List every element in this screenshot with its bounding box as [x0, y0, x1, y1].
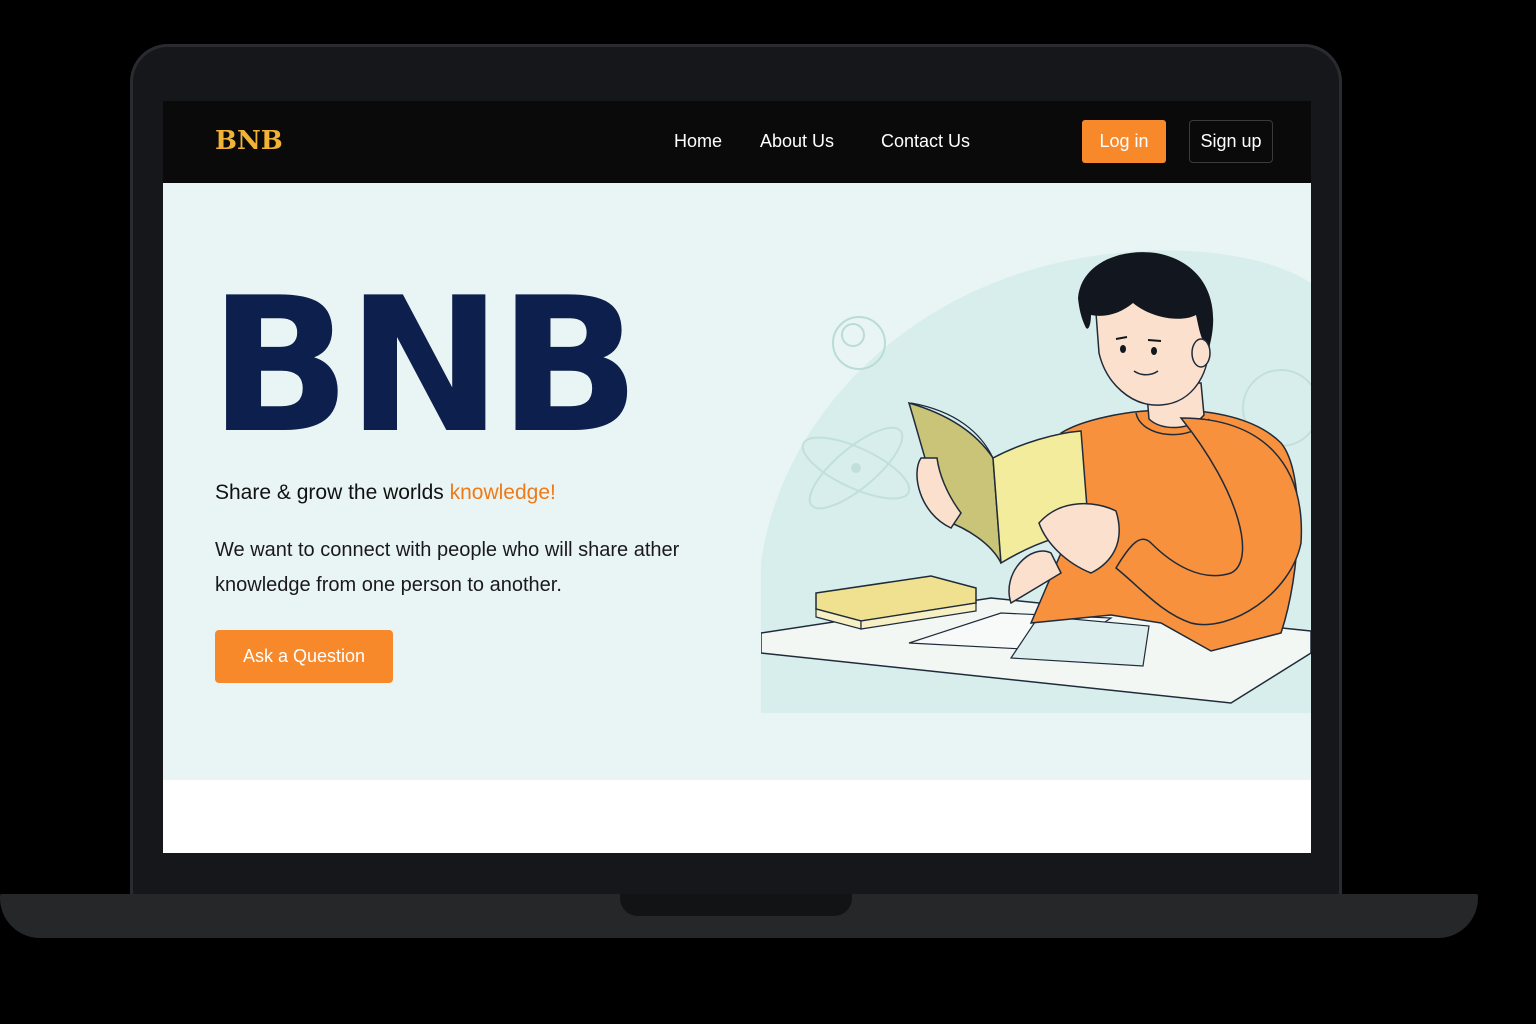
- hero-section: BNB Share & grow the worlds knowledge! W…: [163, 183, 1311, 780]
- nav-contact-link[interactable]: Contact Us: [881, 131, 970, 152]
- hero-tagline: Share & grow the worlds knowledge!: [215, 481, 556, 505]
- top-navbar: BNB Home About Us Contact Us Log in Sign…: [163, 101, 1311, 183]
- nav-home-link[interactable]: Home: [674, 131, 722, 152]
- hero-title: BNB: [209, 257, 640, 474]
- reading-person-illustration: [761, 250, 1311, 713]
- laptop-screen: BNB Home About Us Contact Us Log in Sign…: [163, 101, 1311, 853]
- ask-question-button[interactable]: Ask a Question: [215, 630, 393, 683]
- laptop-notch: [620, 894, 852, 916]
- tagline-accent: knowledge!: [449, 481, 556, 504]
- brand-logo[interactable]: BNB: [215, 126, 283, 156]
- nav-about-link[interactable]: About Us: [760, 131, 834, 152]
- hero-description: We want to connect with people who will …: [215, 539, 680, 596]
- tagline-text: Share & grow the worlds: [215, 481, 450, 504]
- login-button[interactable]: Log in: [1082, 120, 1166, 163]
- signup-button[interactable]: Sign up: [1189, 120, 1273, 163]
